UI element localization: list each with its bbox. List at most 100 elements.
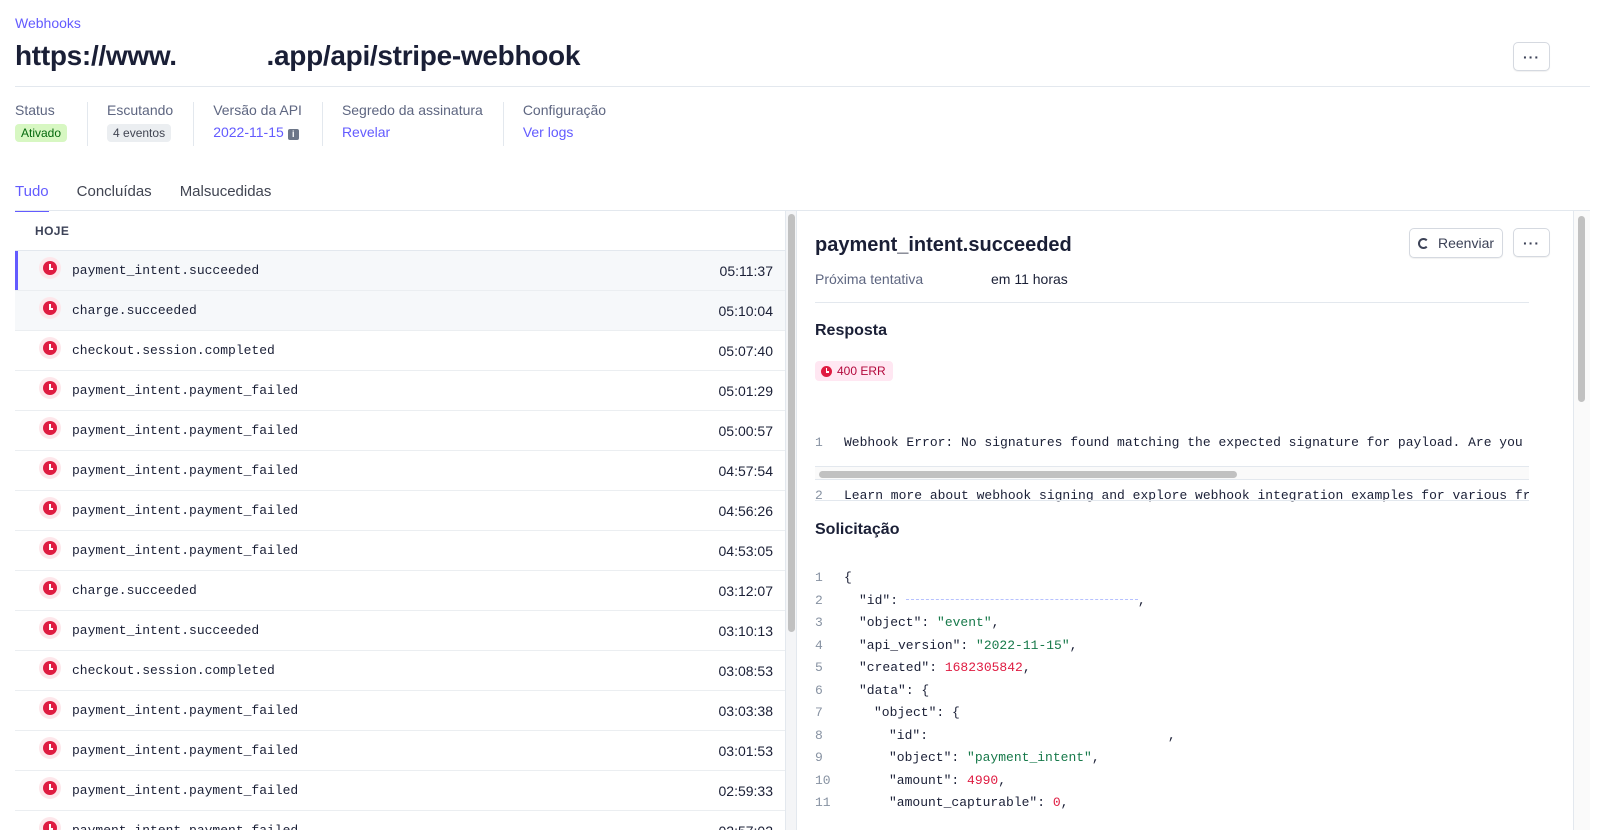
line-number: 2 (815, 592, 823, 608)
event-name: checkout.session.completed (72, 663, 275, 678)
event-name: payment_intent.payment_failed (72, 703, 299, 718)
line-number: 1 (815, 435, 823, 450)
error-clock-icon (39, 496, 61, 519)
next-attempt-label: Próxima tentativa (815, 271, 924, 287)
event-row[interactable]: payment_intent.succeeded 03:10:13 (15, 611, 793, 651)
event-row[interactable]: payment_intent.payment_failed 02:59:33 (15, 771, 793, 811)
event-row[interactable]: charge.succeeded 05:10:04 (15, 291, 793, 331)
event-time: 05:00:57 (718, 422, 774, 439)
error-clock-icon (39, 256, 61, 279)
meta-listening: Escutando 4 eventos (107, 102, 195, 146)
event-row[interactable]: payment_intent.payment_failed 04:56:26 (15, 491, 793, 531)
view-logs-link[interactable]: Ver logs (523, 124, 574, 140)
tab-succeeded[interactable]: Concluídas (77, 183, 152, 212)
refresh-icon (1417, 237, 1429, 249)
line-number: 9 (815, 750, 823, 765)
json-key: "object" (859, 615, 922, 630)
event-time: 03:12:07 (718, 582, 774, 599)
more-icon: ··· (1523, 48, 1540, 65)
event-time: 03:01:53 (718, 742, 774, 759)
event-name: payment_intent.payment_failed (72, 543, 299, 558)
event-time: 05:07:40 (718, 342, 774, 359)
error-clock-icon (39, 736, 61, 759)
tab-failed[interactable]: Malsucedidas (180, 183, 272, 212)
detail-more-button[interactable]: ··· (1513, 228, 1550, 257)
event-row[interactable]: charge.succeeded 03:12:07 (15, 571, 793, 611)
event-name: payment_intent.payment_failed (72, 503, 299, 518)
api-version-link[interactable]: 2022-11-15 (213, 124, 284, 140)
json-key: "object" (874, 705, 937, 720)
event-row[interactable]: checkout.session.completed 05:07:40 (15, 331, 793, 371)
event-name: payment_intent.payment_failed (72, 423, 299, 438)
info-icon[interactable]: i (287, 129, 299, 140)
code-line: 5 "created": 1682305842, (815, 657, 1529, 680)
request-code[interactable]: 1{2 "id": , 3 "object": "event", 4 "api_versi… (815, 567, 1529, 815)
reveal-secret-link[interactable]: Revelar (342, 124, 390, 140)
event-name: payment_intent.payment_failed (72, 783, 299, 798)
event-row[interactable]: payment_intent.payment_failed 04:53:05 (15, 531, 793, 571)
code-text: "amount": 4990, (889, 772, 1007, 788)
status-badge: Ativado (15, 124, 68, 142)
event-name: charge.succeeded (72, 303, 197, 318)
meta-listening-label: Escutando (107, 102, 174, 118)
code-line: 8 "id": , (815, 725, 1529, 748)
tab-all[interactable]: Tudo (15, 183, 49, 212)
json-key: "amount" (889, 772, 952, 788)
breadcrumb[interactable]: Webhooks (15, 15, 81, 31)
event-row[interactable]: payment_intent.payment_failed 03:01:53 (15, 731, 793, 771)
event-name: payment_intent.succeeded (72, 623, 260, 638)
event-name: payment_intent.payment_failed (72, 383, 299, 398)
more-icon: ··· (1523, 234, 1540, 251)
line-number: 2 (815, 487, 823, 503)
meta-api-version-label: Versão da API (213, 102, 302, 118)
event-row[interactable]: checkout.session.completed 03:08:53 (15, 651, 793, 691)
code-text: "object": "payment_intent", (889, 750, 1100, 765)
line-number: 11 (815, 795, 831, 810)
code-line: 3 "object": "event", (815, 612, 1529, 635)
error-clock-icon (39, 816, 61, 830)
event-name: payment_intent.payment_failed (72, 463, 299, 478)
event-row[interactable]: payment_intent.payment_failed02:57:02 (15, 811, 793, 830)
event-row[interactable]: payment_intent.succeeded 05:11:37 (15, 251, 793, 291)
meta-status: Status Ativado (15, 102, 89, 146)
event-row[interactable]: payment_intent.payment_failed 04:57:54 (15, 451, 793, 491)
error-clock-icon (39, 536, 61, 559)
line-number: 10 (815, 772, 831, 788)
meta-secret-label: Segredo da assinatura (341, 102, 483, 118)
error-clock-icon (39, 336, 61, 359)
divider (815, 500, 1529, 501)
code-line: 7 "object": { (815, 702, 1529, 725)
header-more-button[interactable]: ··· (1513, 42, 1550, 71)
event-time: 05:10:04 (718, 302, 774, 319)
event-time: 04:57:54 (718, 462, 774, 479)
event-time: 04:53:05 (718, 542, 774, 559)
error-clock-icon (39, 616, 61, 639)
event-detail: payment_intent.succeeded Reenviar ··· Pr… (815, 211, 1553, 830)
event-row[interactable]: payment_intent.payment_failed 05:01:29 (15, 371, 793, 411)
events-count-badge[interactable]: 4 eventos (107, 124, 172, 142)
header-divider (15, 86, 1590, 87)
next-attempt-value: em 11 horas (991, 271, 1068, 287)
response-horizontal-scrollbar-thumb[interactable] (819, 471, 1237, 478)
json-key: "data" (859, 682, 906, 698)
error-clock-icon (39, 776, 61, 799)
code-line: 1 Webhook Error: No signatures found matc… (815, 432, 1529, 455)
json-key: "api_version" (859, 637, 961, 653)
event-list-scrollbar-thumb[interactable] (788, 214, 795, 632)
event-time: 03:08:53 (718, 662, 774, 679)
code-text: "id": , (889, 727, 1176, 743)
json-value: "payment_intent" (967, 750, 1092, 765)
event-row[interactable]: payment_intent.payment_failed 05:00:57 (15, 411, 793, 451)
meta-api-version: Versão da API 2022-11-15 i (213, 102, 323, 146)
event-name: checkout.session.completed (72, 343, 275, 358)
line-number: 5 (815, 660, 823, 675)
resend-button[interactable]: Reenviar (1409, 228, 1503, 258)
event-time: 04:56:26 (718, 502, 774, 519)
code-text: { (844, 567, 852, 590)
code-text: "id": , (844, 590, 1146, 613)
detail-scrollbar-thumb[interactable] (1578, 216, 1585, 402)
response-line: Webhook Error: No signatures found match… (844, 435, 1523, 450)
error-clock-icon (39, 416, 61, 439)
event-row[interactable]: payment_intent.payment_failed 03:03:38 (15, 691, 793, 731)
json-value: { (952, 705, 960, 720)
